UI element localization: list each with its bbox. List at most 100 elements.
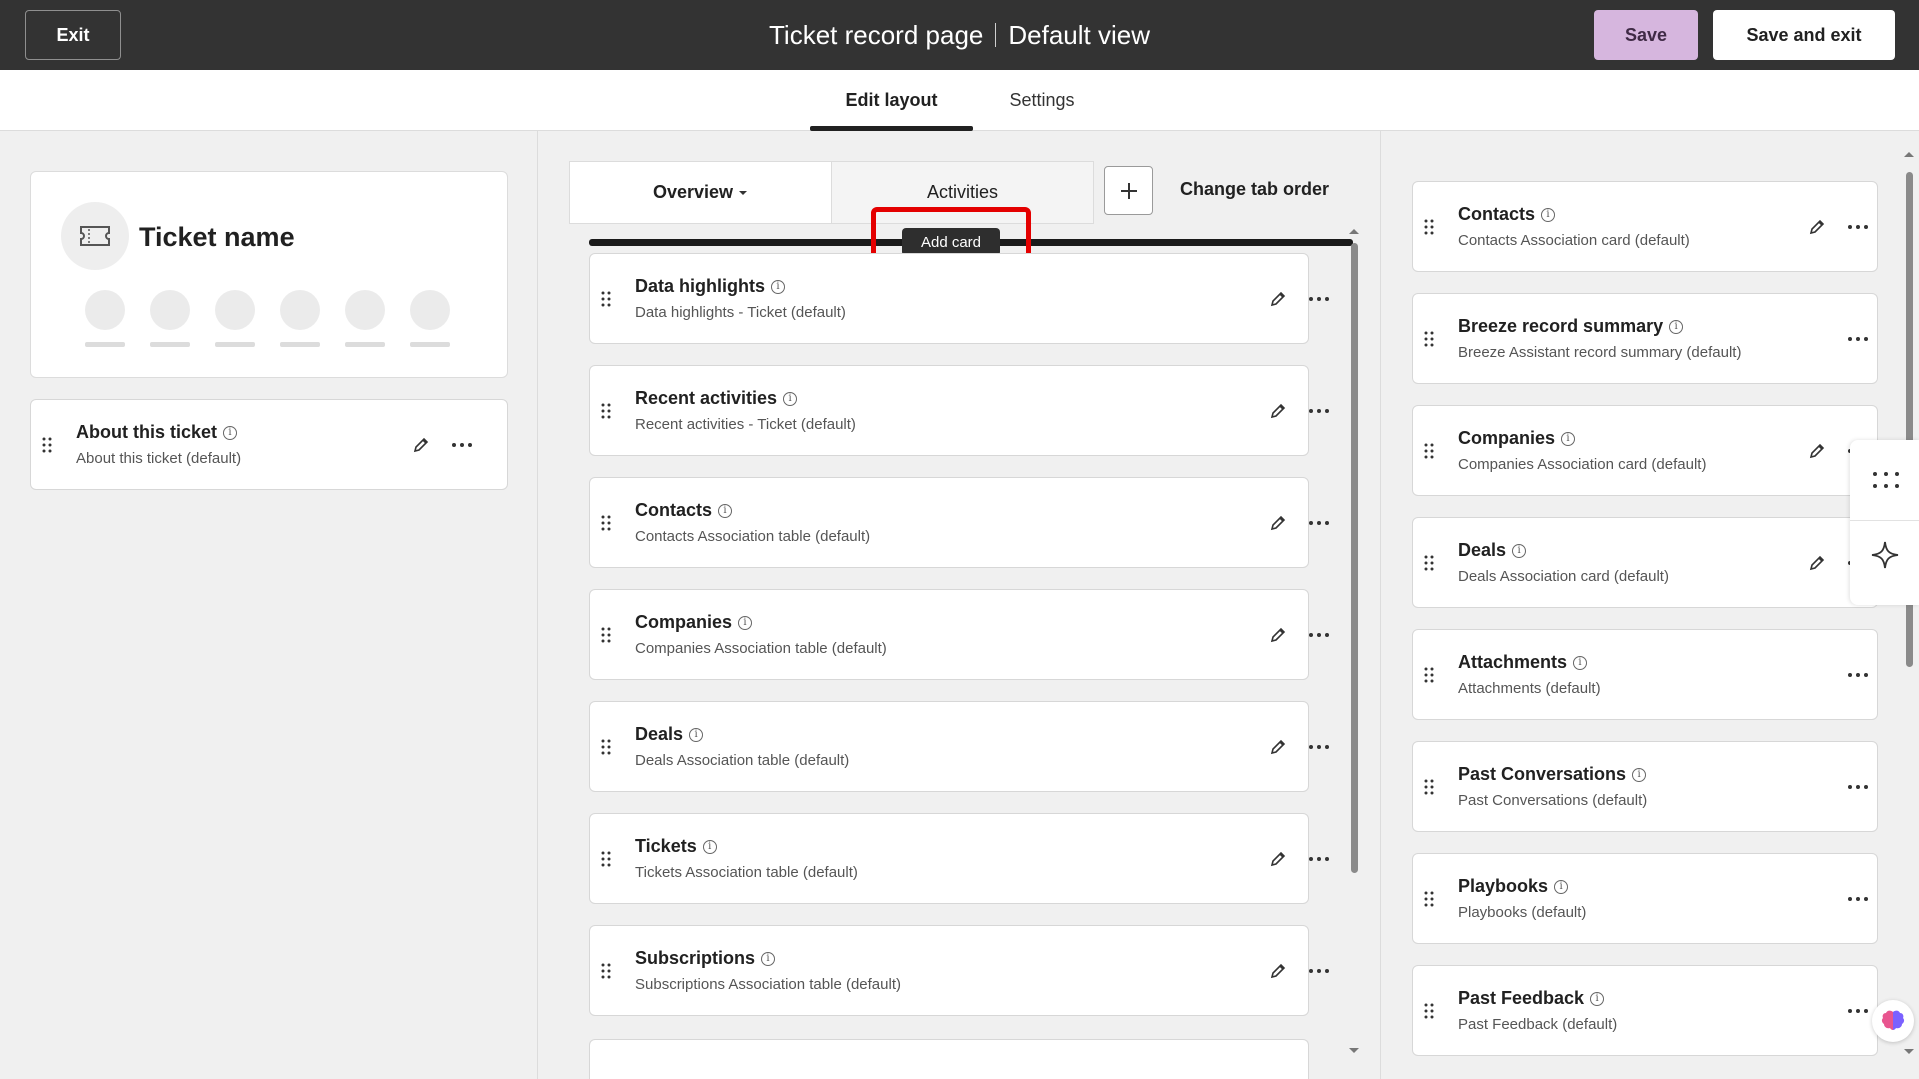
middle-scrollbar[interactable] [1347, 227, 1361, 1057]
tab-edit-layout[interactable]: Edit layout [810, 70, 973, 131]
scroll-down-arrow-icon[interactable] [1348, 1047, 1360, 1055]
pencil-icon[interactable] [1807, 553, 1827, 573]
more-options-icon[interactable] [1308, 408, 1330, 414]
pencil-icon[interactable] [1807, 441, 1827, 461]
card-mid-tickets[interactable]: Tickets i Tickets Association table (defau… [589, 813, 1329, 904]
card-right-playbooks[interactable]: Playbooks i Playbooks (default) [1412, 853, 1878, 944]
drag-handle-icon[interactable] [600, 514, 612, 532]
tab-overview[interactable]: Overview [569, 161, 832, 224]
drag-handle-icon[interactable] [600, 738, 612, 756]
drag-handle-icon[interactable] [1423, 890, 1435, 908]
more-options-icon[interactable] [1847, 1008, 1869, 1014]
drag-handle-icon[interactable] [1423, 554, 1435, 572]
save-button[interactable]: Save [1594, 10, 1698, 60]
more-options-icon[interactable] [1308, 744, 1330, 750]
info-icon[interactable]: i [689, 727, 704, 742]
card-mid-deals[interactable]: Deals i Deals Association table (default) [589, 701, 1329, 792]
card-mid-subscriptions[interactable]: Subscriptions i Subscriptions Association … [589, 925, 1329, 1016]
card-title: Past Conversations i [1458, 764, 1647, 785]
card-about-this-ticket[interactable]: About this ticket i About this ticket (de… [30, 399, 508, 490]
card-right-past-conversations[interactable]: Past Conversations i Past Conversations (d… [1412, 741, 1878, 832]
info-icon[interactable]: i [718, 503, 733, 518]
drag-handle-icon[interactable] [1423, 1002, 1435, 1020]
info-icon[interactable]: i [1512, 543, 1527, 558]
save-and-exit-button[interactable]: Save and exit [1713, 10, 1895, 60]
card-right-deals[interactable]: Deals i Deals Association card (default) [1412, 517, 1878, 608]
add-tab-button[interactable] [1104, 166, 1153, 215]
more-options-icon[interactable] [1308, 520, 1330, 526]
drag-handle-icon[interactable] [1423, 778, 1435, 796]
more-options-icon[interactable] [1308, 968, 1330, 974]
info-icon[interactable]: i [1669, 319, 1684, 334]
pencil-icon[interactable] [1268, 849, 1288, 869]
more-options-icon[interactable] [1847, 896, 1869, 902]
drag-handle-icon[interactable] [600, 850, 612, 868]
more-options-icon[interactable] [1847, 784, 1869, 790]
info-icon[interactable]: i [702, 839, 717, 854]
sparkle-icon[interactable] [1870, 540, 1900, 570]
pencil-icon[interactable] [1268, 961, 1288, 981]
more-options-icon[interactable] [1847, 672, 1869, 678]
card-subtitle: Deals Association card (default) [1458, 568, 1669, 585]
pencil-icon[interactable] [1268, 513, 1288, 533]
card-subtitle: Attachments (default) [1458, 680, 1601, 697]
assistant-button[interactable] [1872, 1000, 1914, 1042]
change-tab-order-link[interactable]: Change tab order [1180, 179, 1329, 200]
info-icon[interactable]: i [223, 425, 238, 440]
scroll-up-arrow-icon[interactable] [1348, 227, 1360, 235]
info-icon[interactable]: i [1541, 207, 1556, 222]
info-icon[interactable]: i [1573, 655, 1588, 670]
pencil-icon[interactable] [411, 435, 431, 455]
brain-icon [1881, 1010, 1905, 1030]
scrollbar-thumb[interactable] [1351, 243, 1358, 873]
card-title-text: Playbooks [1458, 876, 1549, 896]
drag-handle-icon[interactable] [1423, 218, 1435, 236]
more-options-icon[interactable] [1308, 296, 1330, 302]
card-subtitle: Past Conversations (default) [1458, 792, 1648, 809]
more-options-icon[interactable] [1847, 224, 1869, 230]
more-options-icon[interactable] [1308, 632, 1330, 638]
drag-handle-icon[interactable] [600, 626, 612, 644]
placeholder-action [410, 290, 450, 347]
card-right-attachments[interactable]: Attachments i Attachments (default) [1412, 629, 1878, 720]
card-right-companies[interactable]: Companies i Companies Association card (de… [1412, 405, 1878, 496]
scroll-down-arrow-icon[interactable] [1903, 1048, 1915, 1056]
card-right-contacts[interactable]: Contacts i Contacts Association card (defa… [1412, 181, 1878, 272]
info-icon[interactable]: i [761, 951, 776, 966]
card-mid-recent-activities[interactable]: Recent activities i Recent activities - Ti… [589, 365, 1329, 456]
info-icon[interactable]: i [1590, 991, 1605, 1006]
info-icon[interactable]: i [771, 279, 785, 294]
more-options-icon[interactable] [451, 442, 473, 448]
drag-handle-icon[interactable] [600, 290, 612, 308]
drag-handle-icon[interactable] [1423, 442, 1435, 460]
info-icon[interactable]: i [1561, 431, 1576, 446]
drag-handle-icon[interactable] [41, 436, 53, 454]
info-icon[interactable]: i [1632, 767, 1647, 782]
card-mid-data-highlights[interactable]: Data highlights i Data highlights - Ticket… [589, 253, 1329, 344]
more-options-icon[interactable] [1308, 856, 1330, 862]
info-icon[interactable]: i [783, 391, 798, 406]
drag-handle-icon[interactable] [600, 402, 612, 420]
pencil-icon[interactable] [1268, 401, 1288, 421]
card-right-past-feedback[interactable]: Past Feedback i Past Feedback (default) [1412, 965, 1878, 1056]
card-mid-companies[interactable]: Companies i Companies Association table (d… [589, 589, 1329, 680]
card-subtitle: Companies Association table (default) [635, 640, 887, 657]
info-icon[interactable]: i [738, 615, 753, 630]
ticket-icon [80, 226, 110, 246]
page-scrollbar[interactable] [1903, 150, 1917, 1060]
drag-handle-icon[interactable] [1423, 330, 1435, 348]
tab-settings[interactable]: Settings [990, 70, 1094, 131]
pencil-icon[interactable] [1268, 737, 1288, 757]
info-icon[interactable]: i [1554, 879, 1569, 894]
card-right-breeze-record-summary[interactable]: Breeze record summary i Breeze Assistant r… [1412, 293, 1878, 384]
apps-grid-icon[interactable] [1872, 470, 1900, 490]
scroll-up-arrow-icon[interactable] [1903, 150, 1915, 158]
drag-handle-icon[interactable] [1423, 666, 1435, 684]
pencil-icon[interactable] [1268, 289, 1288, 309]
pencil-icon[interactable] [1807, 217, 1827, 237]
more-options-icon[interactable] [1847, 336, 1869, 342]
drag-handle-icon[interactable] [600, 962, 612, 980]
pencil-icon[interactable] [1268, 625, 1288, 645]
card-title-text: About this ticket [76, 422, 218, 442]
card-mid-contacts[interactable]: Contacts i Contacts Association table (def… [589, 477, 1329, 568]
